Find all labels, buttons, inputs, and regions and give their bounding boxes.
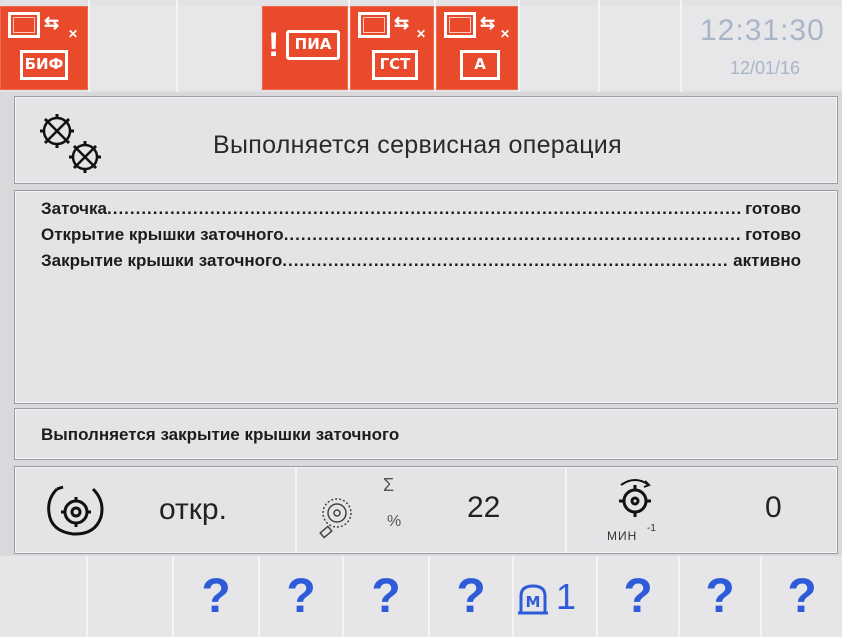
softkey-bar: ? ? ? ? ? ? ? [0, 556, 842, 637]
status-message: Выполняется закрытие крышки заточного [41, 425, 400, 444]
a-indicator[interactable]: ⇆ ✕ A [436, 6, 518, 90]
softkey-8-help[interactable]: ? [598, 556, 680, 637]
monitor-icon [8, 12, 40, 38]
memory-letter: M [526, 593, 541, 611]
operation-label: Открытие крышки заточного [41, 225, 284, 244]
list-item: Заточка готово [41, 199, 801, 219]
buf-label: БИФ [20, 50, 68, 80]
operation-status: готово [745, 199, 801, 218]
monitor-icon [358, 12, 390, 38]
cross-icon: ✕ [416, 27, 427, 41]
a-label: A [460, 50, 500, 80]
monitor-icon [444, 12, 476, 38]
page-title: Выполняется сервисная операция [213, 131, 622, 159]
machine-info-panel: откр. Σ % 22 МИН -1 0 [14, 466, 838, 554]
dot-leader [107, 199, 741, 219]
warning-exclamation: ! [268, 26, 280, 64]
gears-icon [40, 114, 101, 173]
arrow-swap-icon: ⇆ [394, 13, 410, 33]
pia-indicator[interactable]: ! ПИА [262, 6, 348, 90]
service-operation-header: Выполняется сервисная операция [14, 96, 838, 184]
dot-leader [284, 225, 741, 245]
empty-slot-3[interactable] [520, 6, 598, 90]
softkey-6-help[interactable]: ? [430, 556, 514, 637]
cross-icon: ✕ [68, 27, 79, 41]
operation-label: Заточка [41, 199, 107, 218]
arrow-swap-icon: ⇆ [44, 13, 60, 33]
sharpen-counter-icon [319, 498, 352, 539]
clock-time: 12:31:30 [700, 14, 825, 47]
softkey-9-help[interactable]: ? [680, 556, 762, 637]
operation-status: готово [745, 225, 801, 244]
top-status-bar: ⇆ ✕ БИФ ! ПИА ⇆ ✕ ГСТ ⇆ ✕ A 12:31:30 12/… [0, 0, 842, 92]
operation-status: активно [733, 251, 801, 270]
gst-label: ГСТ [372, 50, 418, 80]
empty-slot-4[interactable] [600, 6, 680, 90]
softkey-3-help[interactable]: ? [174, 556, 260, 637]
status-message-bar: Выполняется закрытие крышки заточного [14, 408, 838, 460]
buf-indicator[interactable]: ⇆ ✕ БИФ [0, 6, 88, 90]
percent-symbol: % [387, 513, 402, 530]
pia-label: ПИА [286, 30, 340, 60]
sharpener-cover-icon [47, 485, 104, 536]
sum-symbol: Σ [383, 475, 395, 495]
dot-leader [282, 251, 729, 271]
rotation-speed-icon [619, 479, 651, 517]
clock-date: 12/01/16 [730, 58, 801, 78]
memory-slot-number: 1 [556, 576, 577, 617]
list-item: Открытие крышки заточного готово [41, 225, 801, 245]
sharpen-count-value: 22 [467, 491, 501, 524]
empty-slot-1[interactable] [90, 6, 176, 90]
gst-indicator[interactable]: ⇆ ✕ ГСТ [350, 6, 434, 90]
speed-unit: МИН [607, 529, 638, 543]
softkey-10-help[interactable]: ? [762, 556, 842, 637]
operations-list: Заточка готово Открытие крышки заточного… [14, 190, 838, 404]
softkey-2[interactable] [88, 556, 174, 637]
cover-state-value: откр. [159, 493, 227, 526]
cross-icon: ✕ [500, 27, 511, 41]
memory-icon: M [518, 584, 548, 615]
softkey-4-help[interactable]: ? [260, 556, 344, 637]
arrow-swap-icon: ⇆ [480, 13, 496, 33]
speed-unit-exponent: -1 [647, 523, 656, 534]
empty-slot-2[interactable] [178, 6, 260, 90]
speed-value: 0 [765, 491, 782, 524]
operation-label: Закрытие крышки заточного [41, 251, 283, 270]
list-item: Закрытие крышки заточного активно [41, 251, 801, 271]
softkey-5-help[interactable]: ? [344, 556, 430, 637]
softkey-1[interactable] [0, 556, 88, 637]
